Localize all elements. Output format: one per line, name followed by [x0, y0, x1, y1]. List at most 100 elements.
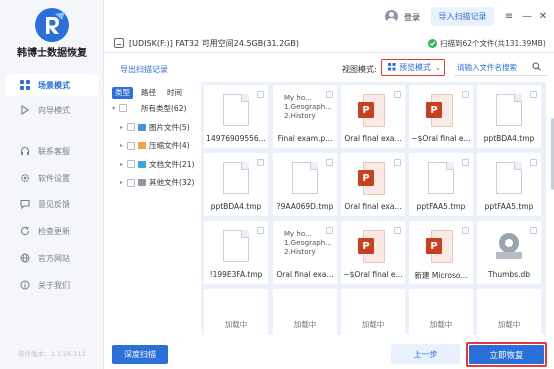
login-link[interactable]: 登录 [404, 12, 420, 23]
file-tile[interactable]: P ~$Oral final e... [341, 221, 405, 284]
file-tile[interactable]: My ho... 1.Geograph... 2.History Oral final… [273, 221, 337, 284]
file-tile[interactable]: P Oral final exa... [341, 85, 405, 148]
user-avatar-icon[interactable] [385, 10, 398, 23]
expand-caret-icon[interactable]: ▸ [120, 161, 127, 168]
sidebar-item-5[interactable]: 意见反馈 [6, 193, 98, 215]
text-preview: My ho... 1.Geograph... 2.History [284, 94, 332, 128]
expand-caret-icon[interactable]: ▾ [112, 105, 119, 112]
tree-tab-3[interactable]: 时间 [164, 87, 185, 99]
minimize-icon[interactable]: — [521, 10, 533, 22]
file-checkbox[interactable] [462, 91, 469, 98]
file-tile[interactable]: 14976909556... [204, 85, 268, 148]
view-mode-value: 预览模式 [399, 63, 431, 72]
sidebar: 韩博士数据恢复 场景模式 向导模式 联系客服 软件设置 意见反馈 检查更新 官方网站 关于我们… [0, 0, 104, 369]
search-input[interactable] [454, 62, 532, 72]
loading-label: 加载中 [429, 320, 453, 329]
file-checkbox[interactable] [326, 227, 333, 234]
tree-checkbox[interactable] [127, 123, 135, 131]
file-checkbox[interactable] [257, 227, 264, 234]
file-name: pptFAA5.tmp [416, 202, 466, 211]
tree-root[interactable]: ▾ 所有类型(62) [112, 102, 186, 114]
file-name: Oral final exa... [344, 134, 402, 143]
file-tile[interactable]: 加载中 [409, 289, 473, 335]
expand-caret-icon[interactable]: ▸ [120, 179, 127, 186]
file-tile[interactable]: Thumbs.db [477, 221, 541, 284]
tree-tab-2[interactable]: 路径 [138, 87, 159, 99]
file-tile[interactable]: 加载中 [273, 289, 337, 335]
file-tile[interactable]: pptBDA4.tmp [204, 153, 268, 216]
sidebar-item-4[interactable]: 软件设置 [6, 167, 98, 189]
file-tile[interactable]: pptBDA4.tmp [477, 85, 541, 148]
file-checkbox[interactable] [394, 227, 401, 234]
device-bar: [UDISK(F:)] FAT32 可用空间24.5GB(31.2GB) 扫描到… [104, 34, 554, 52]
blank-file-icon [221, 94, 251, 128]
file-checkbox[interactable] [326, 159, 333, 166]
recover-now-button[interactable]: 立即恢复 [466, 342, 547, 367]
file-tile[interactable]: P Oral final exa... [341, 153, 405, 216]
tree-item-4[interactable]: ▸ 其他文件(32) [120, 177, 194, 189]
tree-item-3[interactable]: ▸ 文档文件(21) [120, 158, 194, 170]
powerpoint-icon: P [358, 94, 388, 128]
deep-scan-button[interactable]: 深度扫描 [112, 345, 168, 364]
view-mode-select[interactable]: 预览模式 ⌄ [381, 59, 445, 76]
disk-name: [UDISK(F:)] FAT32 可用空间24.5GB(31.2GB) [129, 39, 299, 48]
file-checkbox[interactable] [462, 227, 469, 234]
tree-checkbox[interactable] [127, 141, 135, 150]
file-checkbox[interactable] [530, 91, 537, 98]
blank-file-icon [221, 230, 251, 264]
sidebar-item-2[interactable]: 向导模式 [6, 99, 98, 121]
file-checkbox[interactable] [257, 91, 264, 98]
file-tile[interactable]: My ho... 1.Geograph... 2.History Final exam… [273, 85, 337, 148]
file-checkbox[interactable] [394, 91, 401, 98]
file-tile[interactable]: pptFAA5.tmp [409, 153, 473, 216]
powerpoint-icon: P [358, 230, 388, 264]
file-name: Thumbs.db [488, 270, 530, 279]
file-tile[interactable]: ?9AA069D.tmp [273, 153, 337, 216]
file-tile[interactable]: 加载中 [477, 289, 541, 335]
file-checkbox[interactable] [462, 159, 469, 166]
search-icon[interactable] [532, 62, 541, 73]
file-tile[interactable]: P ~$Oral final e... [409, 85, 473, 148]
sidebar-item-7[interactable]: 官方网站 [6, 247, 98, 269]
file-checkbox[interactable] [394, 159, 401, 166]
tree-tab-1[interactable]: 类型 [112, 87, 133, 99]
sidebar-item-8[interactable]: 关于我们 [6, 274, 98, 296]
expand-caret-icon[interactable]: ▸ [120, 124, 127, 131]
file-checkbox[interactable] [530, 227, 537, 234]
import-scan-record-button[interactable]: 导入扫描记录 [431, 7, 494, 26]
close-icon[interactable]: ✕ [537, 10, 549, 22]
sidebar-item-label: 联系客服 [38, 146, 70, 156]
file-name: pptBDA4.tmp [210, 202, 262, 211]
file-checkbox[interactable] [257, 159, 264, 166]
previous-step-button[interactable]: 上一步 [391, 344, 460, 364]
file-tile[interactable]: P 新建 Microso... [409, 221, 473, 284]
file-name: pptFAA5.tmp [484, 202, 534, 211]
loading-label: 加载中 [497, 320, 521, 329]
file-tile[interactable]: !199E3FA.tmp [204, 221, 268, 284]
file-tile[interactable]: 加载中 [204, 289, 268, 335]
file-checkbox[interactable] [326, 91, 333, 98]
sidebar-item-6[interactable]: 检查更新 [6, 220, 98, 242]
file-name: !199E3FA.tmp [209, 270, 263, 279]
sidebar-item-label: 场景模式 [38, 80, 70, 90]
file-checkbox[interactable] [530, 159, 537, 166]
file-name: 14976909556... [206, 134, 266, 143]
file-tile[interactable]: 加载中 [341, 289, 405, 335]
expand-caret-icon[interactable]: ▸ [120, 142, 127, 149]
refresh-icon [19, 225, 31, 237]
folder-icon [138, 123, 146, 131]
file-name: ~$Oral final e... [411, 134, 471, 143]
tree-checkbox[interactable] [127, 178, 135, 187]
export-scan-record-link[interactable]: 导出扫描记录 [120, 64, 168, 75]
menu-icon[interactable]: ≡ [503, 10, 515, 22]
sidebar-item-3[interactable]: 联系客服 [6, 140, 98, 162]
tree-item-2[interactable]: ▸ 压缩文件(4) [120, 140, 190, 152]
file-name: 新建 Microso... [414, 271, 468, 280]
globe-icon [19, 252, 31, 264]
tree-checkbox[interactable] [127, 160, 135, 168]
tree-item-1[interactable]: ▸ 图片文件(5) [120, 121, 190, 133]
sidebar-item-1[interactable]: 场景模式 [6, 74, 98, 96]
app-logo [35, 8, 69, 42]
file-tile[interactable]: pptFAA5.tmp [477, 153, 541, 216]
tree-checkbox[interactable] [119, 104, 127, 112]
